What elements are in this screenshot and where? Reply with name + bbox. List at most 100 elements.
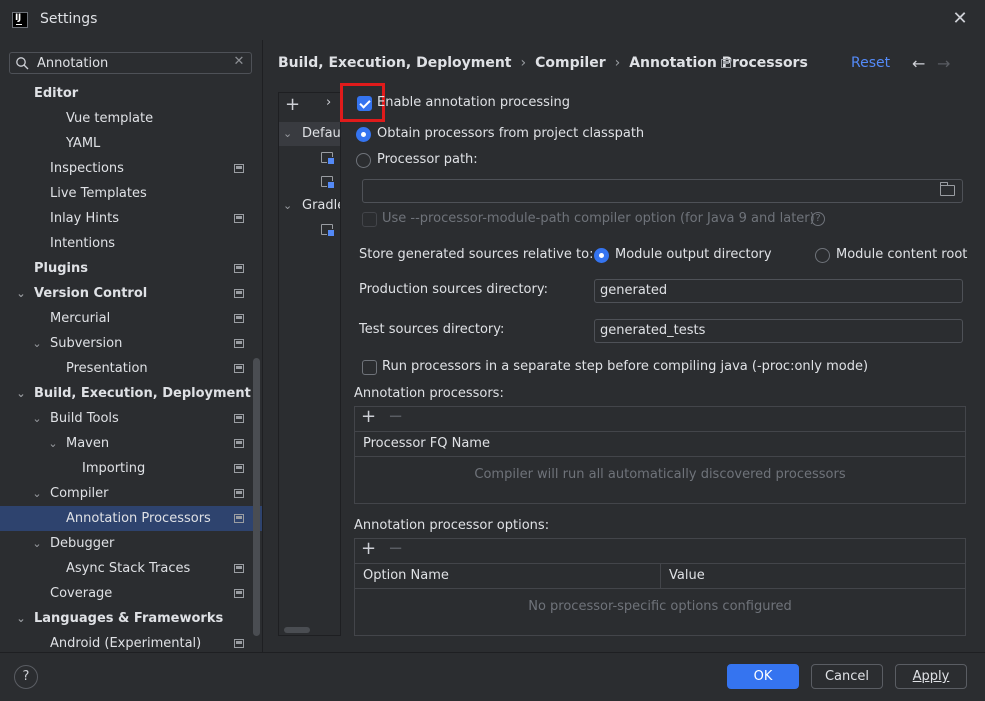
module-output-directory-radio[interactable] [594,248,609,263]
run-separate-step-checkbox[interactable] [362,360,377,375]
tree-item-live-templates[interactable]: Live Templates [0,181,262,206]
tree-item-label: Languages & Frameworks [34,611,224,626]
remove-option-icon[interactable]: − [388,538,403,559]
search-icon [16,57,29,70]
chevron-down-icon[interactable]: ⌄ [31,406,43,431]
project-level-icon [234,489,244,498]
enable-annotation-processing-checkbox[interactable] [357,96,372,111]
breadcrumb-separator: › [614,55,621,71]
tree-item-label: Vue template [66,111,154,126]
obtain-from-classpath-label[interactable]: Obtain processors from project classpath [377,126,644,141]
processor-module-path-label: Use --processor-module-path compiler opt… [382,211,815,226]
folder-icon[interactable] [940,182,955,196]
run-separate-step-label[interactable]: Run processors in a separate step before… [382,359,868,374]
tree-item-presentation[interactable]: Presentation [0,356,262,381]
chevron-down-icon[interactable]: ⌄ [283,194,292,218]
module-icon [321,152,335,165]
profile-module[interactable] [279,218,340,242]
tree-item-version-control[interactable]: ⌄ Version Control [0,281,262,306]
reset-link[interactable]: Reset [851,55,890,71]
column-header-option-name[interactable]: Option Name [355,564,661,589]
production-sources-input[interactable]: generated [594,279,963,303]
chevron-down-icon[interactable]: ⌄ [31,481,43,506]
tree-item-async-stack-traces[interactable]: Async Stack Traces [0,556,262,581]
tree-item-annotation-processors[interactable]: Annotation Processors [0,506,262,531]
tree-item-label: Compiler [50,486,109,501]
column-header-value[interactable]: Value [661,564,965,589]
tree-item-maven[interactable]: ⌄ Maven [0,431,262,456]
add-profile-icon[interactable]: + [285,94,300,115]
forward-arrow-icon[interactable]: → [937,54,950,73]
tree-item-label: Async Stack Traces [66,561,191,576]
tree-item-label: Maven [66,436,110,451]
tree-item-intentions[interactable]: Intentions [0,231,262,256]
processors-table-header: Processor FQ Name [355,432,965,457]
profiles-scrollbar[interactable] [284,627,310,633]
tree-item-coverage[interactable]: Coverage [0,581,262,606]
breadcrumb-item-annotation-processors: Annotation Processors [629,55,808,71]
tree-item-subversion[interactable]: ⌄ Subversion [0,331,262,356]
tree-item-mercurial[interactable]: Mercurial [0,306,262,331]
tree-item-vue-template[interactable]: Vue template [0,106,262,131]
profiles-toolbar: + › [279,93,340,119]
tree-item-label: Subversion [50,336,123,351]
obtain-from-classpath-radio[interactable] [356,127,371,142]
column-header-processor-fq-name[interactable]: Processor FQ Name [355,432,965,457]
help-icon[interactable]: ? [811,212,825,226]
cancel-button[interactable]: Cancel [811,664,883,689]
tree-item-build-tools[interactable]: ⌄ Build Tools [0,406,262,431]
search-box[interactable]: ✕ [9,52,252,74]
chevron-down-icon[interactable]: ⌄ [283,122,292,146]
module-icon [321,224,335,237]
processor-path-radio[interactable] [356,153,371,168]
back-arrow-icon[interactable]: ← [912,54,925,73]
breadcrumb-separator: › [520,55,527,71]
test-sources-input[interactable]: generated_tests [594,319,963,343]
module-content-root-label[interactable]: Module content root [836,247,967,262]
tree-item-inspections[interactable]: Inspections [0,156,262,181]
processor-path-field[interactable] [362,179,963,203]
add-option-icon[interactable]: + [361,538,376,559]
chevron-down-icon[interactable]: ⌄ [31,531,43,556]
clear-search-icon[interactable]: ✕ [232,54,246,72]
project-level-icon [721,59,731,68]
chevron-down-icon[interactable]: ⌄ [31,331,43,356]
processor-path-label[interactable]: Processor path: [377,152,478,167]
module-content-root-radio[interactable] [815,248,830,263]
profile-group[interactable]: ⌄ Default [279,122,341,146]
chevron-down-icon[interactable]: ⌄ [15,606,27,631]
profile-module[interactable] [279,146,340,170]
tree-item-compiler[interactable]: ⌄ Compiler [0,481,262,506]
remove-processor-icon[interactable]: − [388,406,403,427]
tree-item-plugins[interactable]: Plugins [0,256,262,281]
tree-item-yaml[interactable]: YAML [0,131,262,156]
tree-item-importing[interactable]: Importing [0,456,262,481]
add-processor-icon[interactable]: + [361,406,376,427]
tree-item-label: Importing [82,461,146,476]
chevron-down-icon[interactable]: ⌄ [15,281,27,306]
processor-module-path-checkbox[interactable] [362,212,377,227]
tree-item-debugger[interactable]: ⌄ Debugger [0,531,262,556]
module-output-directory-label[interactable]: Module output directory [615,247,772,262]
enable-annotation-processing-label[interactable]: Enable annotation processing [377,95,570,110]
search-input[interactable] [37,54,227,72]
annotation-processors-table: + − Processor FQ Name Compiler will run … [354,406,966,504]
tree-item-label: Live Templates [50,186,147,201]
tree-item-inlay-hints[interactable]: Inlay Hints [0,206,262,231]
tree-item-languages-frameworks[interactable]: ⌄ Languages & Frameworks [0,606,262,631]
apply-button[interactable]: Apply [895,664,967,689]
profile-group[interactable]: ⌄ Gradle [279,194,340,218]
profile-label: Default [302,126,341,141]
tree-item-build-execution-deployment[interactable]: ⌄ Build, Execution, Deployment [0,381,262,406]
profile-module[interactable] [279,170,340,194]
help-button[interactable]: ? [14,665,38,689]
project-level-icon [234,564,244,573]
close-icon[interactable]: ✕ [950,8,970,30]
ok-button[interactable]: OK [727,664,799,689]
sidebar-scrollbar[interactable] [253,358,260,636]
chevron-down-icon[interactable]: ⌄ [15,381,27,406]
tree-item-editor[interactable]: Editor [0,81,262,106]
panel-divider[interactable] [262,40,263,652]
more-actions-icon[interactable]: › [326,95,331,110]
chevron-down-icon[interactable]: ⌄ [47,431,59,456]
